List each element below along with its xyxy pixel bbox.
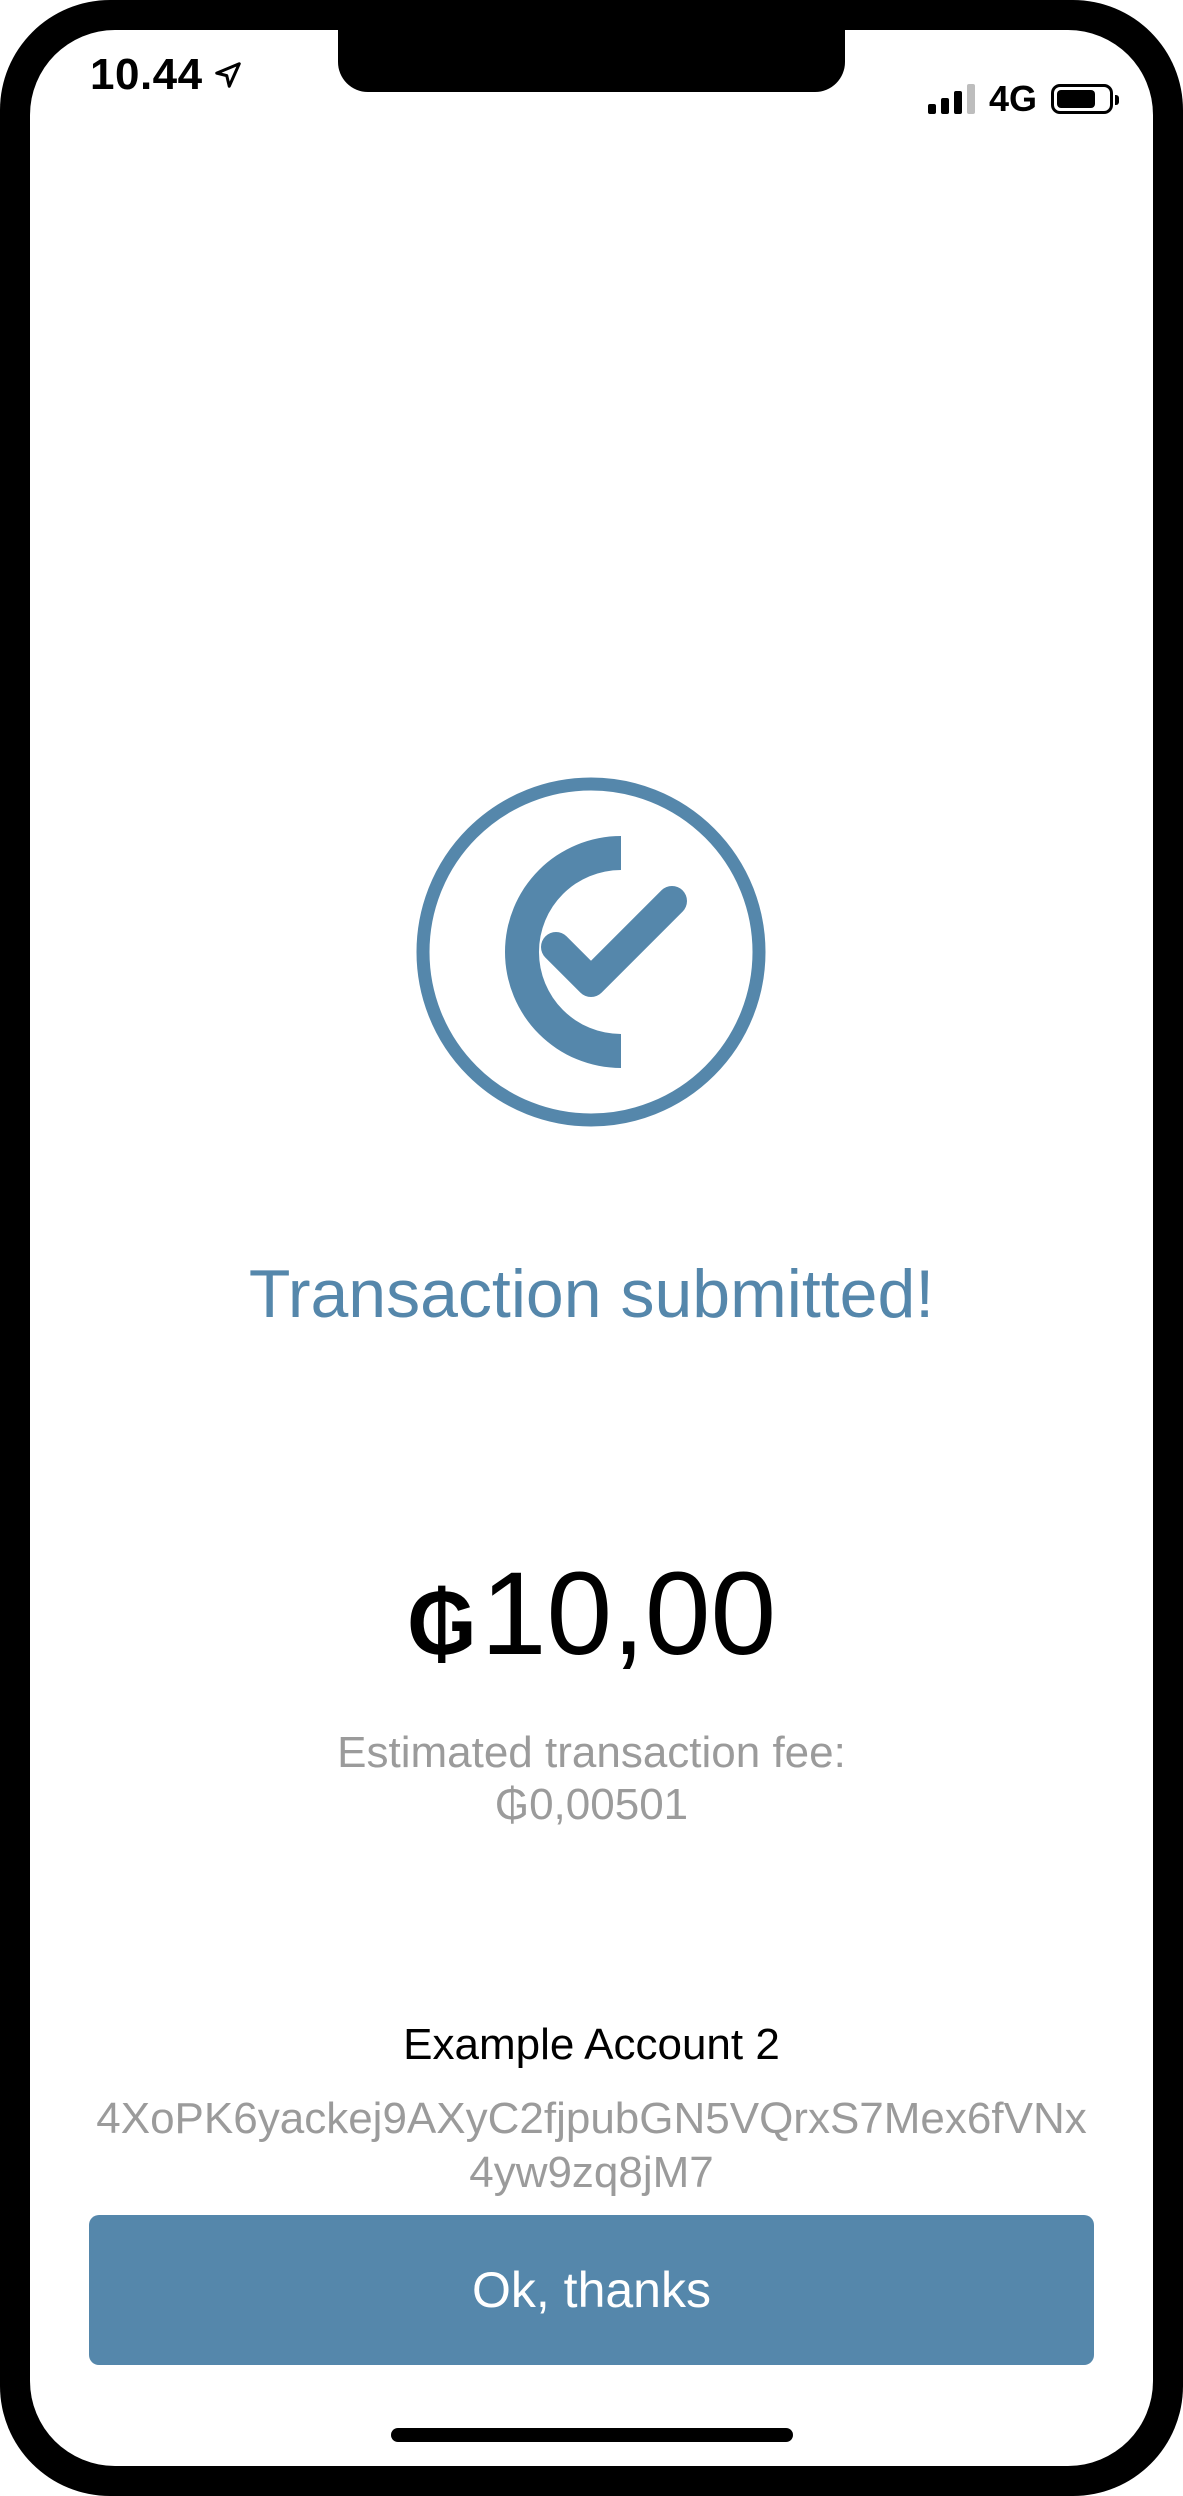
battery-icon <box>1051 84 1119 114</box>
fee-label: Estimated transaction fee: <box>337 1728 846 1777</box>
account-address: 4XoPK6yackej9AXyC2fjpubGN5VQrxS7Mex6fVNx… <box>96 2094 1087 2197</box>
ok-thanks-button[interactable]: Ok, thanks <box>89 2215 1094 2365</box>
status-time: 10.44 <box>90 50 243 100</box>
screen: 10.44 4G Transaction submitted! ₲10,00 E… <box>30 30 1153 2466</box>
amount-value: 10,00 <box>480 1548 777 1680</box>
account-name: Example Account 2 <box>403 2020 780 2069</box>
status-indicators: 4G <box>927 78 1119 120</box>
notch <box>338 30 845 92</box>
status-time-text: 10.44 <box>90 50 203 99</box>
network-type: 4G <box>988 78 1037 119</box>
page-title: Transaction submitted! <box>248 1256 935 1332</box>
phone-frame: 10.44 4G Transaction submitted! ₲10,00 E… <box>0 0 1183 2496</box>
transaction-amount: ₲10,00 <box>30 1555 1153 1673</box>
check-circle-icon <box>416 777 766 1127</box>
fee-value: ₲0,00501 <box>494 1780 689 1829</box>
cellular-signal-icon <box>927 84 975 114</box>
currency-symbol: ₲ <box>406 1574 477 1674</box>
home-indicator[interactable] <box>391 2428 793 2442</box>
location-arrow-icon <box>214 62 241 88</box>
